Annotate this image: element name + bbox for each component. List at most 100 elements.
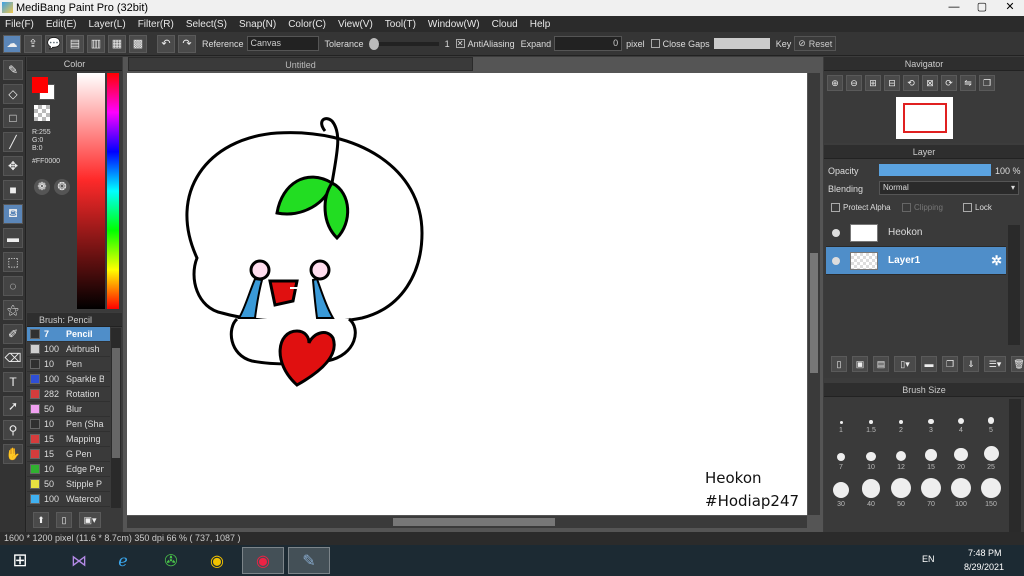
gradient-tool-icon[interactable]: ▬ (3, 228, 23, 248)
blending-select[interactable]: Normal ▾ (879, 181, 1019, 195)
brush-item[interactable]: 15 G Pen (27, 447, 110, 462)
brush-size-option[interactable]: 25 (976, 434, 1006, 471)
fill-rect-tool-icon[interactable]: ■ (3, 180, 23, 200)
palette-add-icon[interactable]: ❂ (54, 179, 70, 195)
maximize-button[interactable]: ▢ (968, 0, 996, 16)
reset-button[interactable]: ⊘ Reset (794, 36, 837, 51)
brush-size-option[interactable]: 10 (856, 434, 886, 471)
brush-size-option[interactable]: 5 (976, 397, 1006, 434)
eraser-tool-icon[interactable]: ◇ (3, 84, 23, 104)
brush-menu-icon[interactable]: ▣▾ (79, 512, 101, 528)
menu-color[interactable]: Color(C) (288, 19, 326, 30)
menu-file[interactable]: File(F) (5, 19, 34, 30)
tolerance-slider[interactable] (368, 37, 439, 50)
close-gaps-checkbox[interactable] (650, 39, 660, 48)
clipping-checkbox[interactable] (902, 203, 911, 212)
brush-list-scrollbar-thumb[interactable] (112, 348, 120, 458)
layer-options-icon[interactable]: ☰▾ (984, 356, 1006, 372)
medibang-paint-icon[interactable]: ✎ (288, 547, 330, 574)
brush-list-scrollbar[interactable] (111, 328, 121, 508)
brush-item[interactable]: 10 Pen (27, 357, 110, 372)
brush-item[interactable]: 100 Sparkle B (27, 372, 110, 387)
layer-list-scrollbar[interactable] (1008, 225, 1020, 345)
brush-item[interactable]: 100 Watercol (27, 492, 110, 507)
menu-view[interactable]: View(V) (338, 19, 373, 30)
menu-filter[interactable]: Filter(R) (138, 19, 174, 30)
brush-size-option[interactable]: 50 (886, 471, 916, 508)
lock-option[interactable]: Lock (957, 203, 992, 212)
eyedropper-tool-icon[interactable]: ⚲ (3, 420, 23, 440)
text-tool-icon[interactable]: T (3, 372, 23, 392)
operation-tool-icon[interactable]: ➚ (3, 396, 23, 416)
navigator-viewport-rect[interactable] (903, 103, 947, 133)
rotate-right-icon[interactable]: ⟳ (941, 75, 957, 91)
palette-icon[interactable]: ❁ (34, 179, 50, 195)
navigator-preview[interactable] (896, 97, 953, 139)
menu-window[interactable]: Window(W) (428, 19, 480, 30)
comment-icon[interactable]: 💬 (45, 34, 63, 53)
chat-icon[interactable]: ▤ (66, 34, 84, 53)
brush-size-option[interactable]: 15 (916, 434, 946, 471)
add-brush-icon[interactable]: ⬆ (33, 512, 49, 528)
expand-input[interactable]: 0 (554, 36, 623, 51)
game-icon[interactable]: ✇ (150, 547, 192, 574)
brush-size-option[interactable]: 150 (976, 471, 1006, 508)
primary-color-swatch[interactable] (32, 77, 48, 93)
brush-item[interactable]: 10 Edge Pen (27, 462, 110, 477)
redo-icon[interactable]: ↷ (178, 34, 196, 53)
start-button[interactable]: ⊞ (0, 547, 40, 574)
brush-item[interactable]: 282 Rotation (27, 387, 110, 402)
new-brush-icon[interactable]: ▯ (56, 512, 72, 528)
clock-date[interactable]: 8/29/2021 (964, 562, 1004, 572)
move-tool-icon[interactable]: ✥ (3, 156, 23, 176)
share-icon[interactable]: ⇪ (24, 34, 42, 53)
select-pen-icon[interactable]: ✐ (3, 324, 23, 344)
canvas-horizontal-scrollbar[interactable] (127, 516, 807, 528)
select-eraser-icon[interactable]: ⌫ (3, 348, 23, 368)
lasso-tool-icon[interactable]: ◌ (3, 276, 23, 296)
minimize-button[interactable]: — (940, 0, 968, 16)
visual-studio-icon[interactable]: ⋈ (58, 547, 100, 574)
document-icon[interactable]: ▥ (87, 34, 105, 53)
menu-help[interactable]: Help (530, 19, 551, 30)
language-indicator[interactable]: EN (922, 554, 935, 564)
menu-snap[interactable]: Snap(N) (239, 19, 276, 30)
chrome-active-icon[interactable]: ◉ (242, 547, 284, 574)
horizontal-scrollbar-thumb[interactable] (393, 518, 555, 526)
layer-row-layer1[interactable]: Layer1 ✲ (826, 247, 1006, 275)
new-layer-icon[interactable]: ▯ (831, 356, 847, 372)
rotate-left-icon[interactable]: ⟲ (903, 75, 919, 91)
magic-wand-icon[interactable]: ⚝ (3, 300, 23, 320)
brush-size-option[interactable]: 30 (826, 471, 856, 508)
hand-tool-icon[interactable]: ✋ (3, 444, 23, 464)
add-layer-menu-icon[interactable]: ▯▾ (894, 356, 916, 372)
hue-slider[interactable] (107, 73, 119, 309)
drawing-canvas[interactable]: Heokon #Hodiap247 (127, 73, 807, 515)
grid-icon[interactable]: ▩ (129, 34, 147, 53)
chrome-icon[interactable]: ◉ (196, 547, 238, 574)
brush-size-option[interactable]: 1.5 (856, 397, 886, 434)
transparent-color-swatch[interactable] (34, 105, 50, 121)
close-gaps-slider[interactable] (713, 38, 770, 49)
visibility-icon[interactable] (832, 256, 840, 265)
fit-icon[interactable]: ⊞ (865, 75, 881, 91)
flip-icon[interactable]: ⇋ (960, 75, 976, 91)
trash-icon[interactable]: 🗑 (1011, 356, 1024, 372)
visibility-icon[interactable] (832, 228, 840, 237)
clock-time[interactable]: 7:48 PM (968, 548, 1002, 558)
folder-icon[interactable]: ▬ (921, 356, 937, 372)
new-8bit-layer-icon[interactable]: ▤ (873, 356, 889, 372)
menu-select[interactable]: Select(S) (186, 19, 227, 30)
new-halftone-layer-icon[interactable]: ▣ (852, 356, 868, 372)
reference-select[interactable]: Canvas (246, 36, 319, 51)
zoom-out-icon[interactable]: ⊖ (846, 75, 862, 91)
brush-size-option[interactable]: 1 (826, 397, 856, 434)
antialiasing-checkbox[interactable]: ✕ (455, 39, 465, 48)
tolerance-slider-handle[interactable] (368, 37, 379, 50)
clipping-option[interactable]: Clipping (896, 203, 943, 212)
protect-alpha-option[interactable]: Protect Alpha (828, 203, 891, 212)
menu-edit[interactable]: Edit(E) (46, 19, 77, 30)
brush-item[interactable]: 50 Blur (27, 402, 110, 417)
material-icon[interactable]: ▦ (108, 34, 126, 53)
brush-tool-icon[interactable]: ✎ (3, 60, 23, 80)
